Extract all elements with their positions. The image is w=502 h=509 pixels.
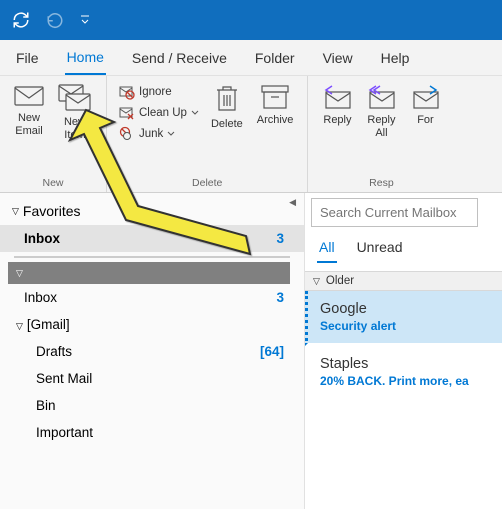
search-input[interactable] xyxy=(311,198,478,227)
new-email-button[interactable]: New Email xyxy=(8,80,50,174)
tab-folder[interactable]: Folder xyxy=(253,42,297,74)
ignore-icon xyxy=(119,84,135,100)
folder-bin[interactable]: Bin xyxy=(0,392,304,419)
favorites-header[interactable]: ▽ Favorites xyxy=(0,193,304,225)
collapse-sidebar-icon[interactable]: ◀ xyxy=(289,197,296,208)
forward-icon xyxy=(410,84,440,110)
account-header[interactable]: ▽ xyxy=(8,262,290,284)
filter-tabs: All Unread xyxy=(305,235,502,263)
delete-button[interactable]: Delete xyxy=(205,80,249,174)
folder-sent[interactable]: Sent Mail xyxy=(0,365,304,392)
ribbon: New Email New Item New Ignore Clean Up xyxy=(0,76,502,193)
mail-group-older[interactable]: ▽ Older xyxy=(305,271,502,291)
forward-button[interactable]: For xyxy=(404,80,446,174)
ribbon-group-delete: Ignore Clean Up Junk Delete xyxy=(107,76,308,192)
folder-inbox[interactable]: Inbox 3 xyxy=(0,284,304,311)
folder-important[interactable]: Important xyxy=(0,419,304,446)
mail-item[interactable]: Google Security alert xyxy=(305,291,502,346)
mail-subject: 20% BACK. Print more, ea xyxy=(320,374,490,388)
clean-up-icon xyxy=(119,105,135,121)
mail-item[interactable]: Staples 20% BACK. Print more, ea xyxy=(305,346,502,401)
mail-pane: All Unread ▽ Older Google Security alert… xyxy=(305,193,502,509)
tab-send-receive[interactable]: Send / Receive xyxy=(130,42,229,74)
chevron-down-icon: ▽ xyxy=(313,276,320,287)
tab-file[interactable]: File xyxy=(14,42,41,74)
chevron-down-icon: ▽ xyxy=(12,206,19,217)
clean-up-button[interactable]: Clean Up xyxy=(115,103,203,123)
new-items-button[interactable]: New Item xyxy=(52,80,98,174)
reply-all-icon xyxy=(366,84,396,110)
quickaccess-dropdown-icon[interactable] xyxy=(80,15,90,25)
ribbon-group-respond: Reply Reply All For Resp xyxy=(308,76,454,192)
filter-unread[interactable]: Unread xyxy=(355,235,405,263)
reply-all-button[interactable]: Reply All xyxy=(360,80,402,174)
ribbon-group-label: Resp xyxy=(316,174,446,190)
archive-button[interactable]: Archive xyxy=(251,80,300,174)
reply-button[interactable]: Reply xyxy=(316,80,358,174)
tab-home[interactable]: Home xyxy=(65,41,106,75)
filter-all[interactable]: All xyxy=(317,235,337,263)
trash-icon xyxy=(214,84,240,114)
mail-sender: Google xyxy=(320,301,490,317)
ribbon-group-label: New xyxy=(8,174,98,190)
ignore-button[interactable]: Ignore xyxy=(115,82,203,102)
folder-inbox[interactable]: Inbox 3 xyxy=(0,225,304,252)
tab-view[interactable]: View xyxy=(321,42,355,74)
envelope-stack-icon xyxy=(58,84,92,112)
junk-button[interactable]: Junk xyxy=(115,124,203,144)
junk-icon xyxy=(119,126,135,142)
archive-icon xyxy=(260,84,290,110)
ribbon-group-new: New Email New Item New xyxy=(0,76,107,192)
sidebar: ◀ ▽ Favorites Inbox 3 ▽ Inbox 3 ▽[Gmail]… xyxy=(0,193,305,509)
undo-icon[interactable] xyxy=(46,11,64,29)
sync-icon[interactable] xyxy=(12,11,30,29)
tab-help[interactable]: Help xyxy=(379,42,412,74)
menu-tabs: File Home Send / Receive Folder View Hel… xyxy=(0,40,502,76)
chevron-down-icon xyxy=(167,130,175,138)
mail-subject: Security alert xyxy=(320,319,490,333)
reply-icon xyxy=(322,84,352,110)
ribbon-group-label: Delete xyxy=(115,174,299,190)
divider xyxy=(14,256,290,258)
envelope-icon xyxy=(14,84,44,108)
folder-drafts[interactable]: Drafts [64] xyxy=(0,338,304,365)
mail-sender: Staples xyxy=(320,356,490,372)
chevron-down-icon xyxy=(191,109,199,117)
chevron-down-icon: ▽ xyxy=(16,268,23,279)
title-bar xyxy=(0,0,502,40)
folder-gmail[interactable]: ▽[Gmail] xyxy=(0,311,304,338)
